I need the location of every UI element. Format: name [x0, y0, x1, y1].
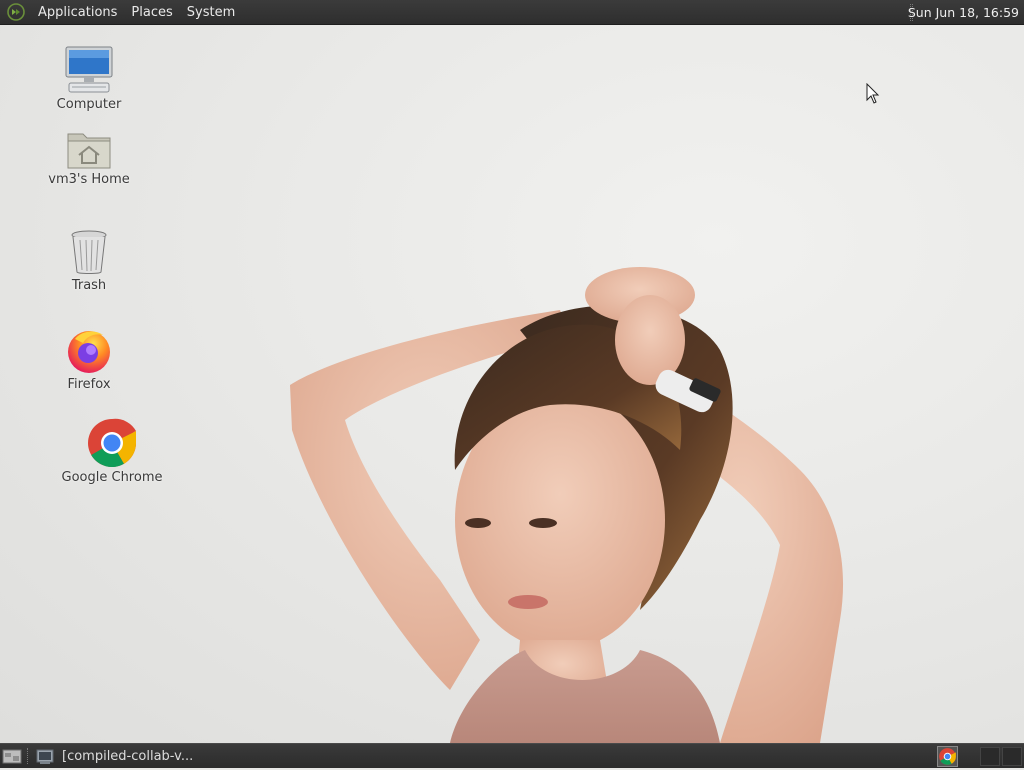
desktop-icon-label: Trash [71, 278, 107, 293]
panel-handle[interactable] [27, 748, 32, 764]
desktop-icon-trash[interactable]: Trash [34, 228, 144, 294]
desktop-icon-label: Firefox [67, 377, 111, 392]
wallpaper-photo [290, 267, 844, 743]
menu-logo-icon[interactable] [7, 3, 25, 21]
clock[interactable]: Sun Jun 18, 16:59 [908, 0, 1019, 25]
desktop-icon-firefox[interactable]: Firefox [34, 327, 144, 393]
workspace-1[interactable] [980, 747, 1000, 766]
taskbar-window-title: [compiled-collab-v... [62, 749, 194, 764]
desktop-icon-home[interactable]: vm3's Home [34, 128, 144, 188]
firefox-icon [68, 331, 110, 373]
workspace-2[interactable] [1002, 747, 1022, 766]
desktop-icon-label: Computer [56, 97, 122, 112]
desktop-icon-label: vm3's Home [48, 172, 130, 187]
show-desktop-button[interactable] [2, 747, 22, 765]
menu-system[interactable]: System [180, 0, 242, 25]
desktop-wallpaper [0, 25, 1024, 743]
mouse-cursor-icon [866, 83, 880, 104]
computer-icon [65, 46, 113, 93]
bottom-panel: [compiled-collab-v... [0, 743, 1024, 768]
taskbar-window-button[interactable]: [compiled-collab-v... [36, 746, 246, 767]
tray-chrome-button[interactable] [937, 746, 958, 767]
terminal-icon [36, 749, 54, 764]
desktop-icon-computer[interactable]: Computer [34, 45, 144, 113]
menu-applications[interactable]: Applications [31, 0, 124, 25]
desktop-icon-label: Google Chrome [61, 470, 163, 485]
chrome-icon [88, 418, 136, 468]
show-desktop-icon [2, 749, 22, 764]
menu-places[interactable]: Places [124, 0, 179, 25]
desktop-icon-chrome[interactable]: Google Chrome [57, 418, 167, 486]
trash-icon [71, 230, 107, 274]
chrome-icon [939, 748, 956, 765]
top-panel: Applications Places System Sun Jun 18, 1… [0, 0, 1024, 25]
home-folder-icon [67, 133, 111, 169]
